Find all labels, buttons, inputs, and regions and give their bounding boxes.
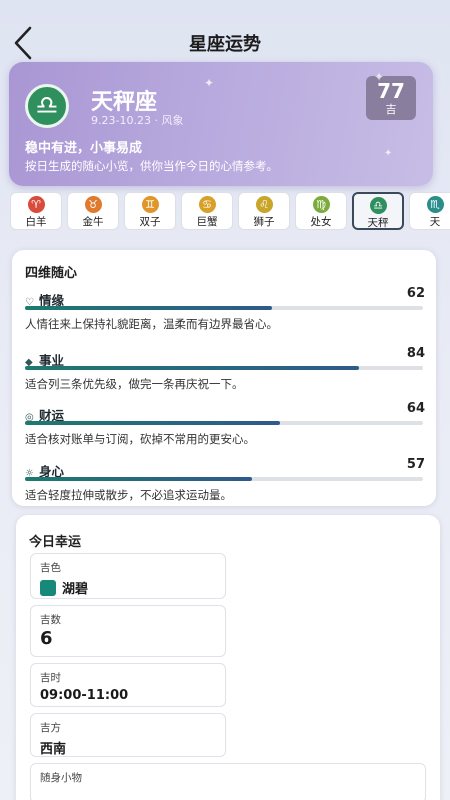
lucky-time-value: 09:00-11:00 (40, 688, 129, 703)
sign-date-element: 9.23-10.23 · 风象 (91, 114, 184, 127)
sign-chip-7[interactable]: ♏ 天 (409, 192, 450, 230)
dimensions-title: 四维随心 (25, 266, 78, 281)
progress-fill (25, 421, 280, 425)
score-level: 吉 (385, 103, 397, 116)
progress-fill (25, 306, 272, 310)
lucky-card: 今日幸运 吉色 湖碧 吉数 6 吉时 09:00-11:00 吉方 西南 随身小… (16, 515, 440, 800)
lucky-item-label: 随身小物 (40, 772, 82, 784)
zodiac-icon: ♌ (255, 196, 273, 213)
lucky-direction-field: 吉方 西南 (30, 713, 226, 757)
lucky-number-value: 6 (40, 628, 53, 649)
progress-track (25, 306, 423, 310)
sign-chip-label: 处女 (310, 216, 332, 228)
sign-chip-2[interactable]: ♊ 双子 (124, 192, 176, 230)
lucky-item-field: 随身小物 (30, 763, 426, 800)
page-title: 星座运势 (189, 34, 261, 55)
sign-chip-label: 狮子 (253, 216, 275, 228)
sign-chip-label: 金牛 (82, 216, 104, 228)
progress-fill (25, 366, 360, 370)
progress-track (25, 366, 423, 370)
zodiac-icon: ♊ (141, 196, 159, 213)
sparkle-icon: ✦ (374, 70, 385, 84)
dimension-text: 人情往来上保持礼貌距离，温柔而有边界最省心。 (25, 317, 278, 331)
dimension-score: 57 (406, 457, 425, 472)
lucky-number-label: 吉数 (40, 614, 61, 626)
lucky-number-field: 吉数 6 (30, 605, 226, 657)
lucky-color-field: 吉色 湖碧 (30, 553, 226, 599)
zodiac-icon: ♈ (27, 196, 45, 213)
top-bar: 星座运势 (0, 0, 450, 64)
lucky-time-field: 吉时 09:00-11:00 (30, 663, 226, 707)
sign-chip-label: 天秤 (367, 217, 389, 229)
sign-hero-card: ♎ 天秤座 9.23-10.23 · 风象 77 吉 ✦ ✦ ✦ 稳中有进，小事… (9, 62, 433, 186)
sign-chip-label: 双子 (139, 216, 161, 228)
dimension-text: 适合列三条优先级，做完一条再庆祝一下。 (25, 377, 244, 391)
zodiac-icon: ♏ (426, 196, 444, 213)
fortune-headline: 稳中有进，小事易成 (25, 141, 143, 156)
progress-fill (25, 477, 252, 481)
lucky-title: 今日幸运 (29, 535, 82, 550)
lucky-color-value: 湖碧 (40, 578, 88, 597)
zodiac-icon: ♉ (84, 196, 102, 213)
sign-chip-label: 白羊 (25, 216, 47, 228)
libra-icon: ♎ (25, 84, 69, 128)
zodiac-icon: ♎ (369, 197, 387, 214)
zodiac-icon: ♍ (312, 196, 330, 213)
sign-chip-1[interactable]: ♉ 金牛 (67, 192, 119, 230)
dimension-text: 适合核对账单与订阅，砍掉不常用的更安心。 (25, 432, 255, 446)
progress-track (25, 477, 423, 481)
sign-chip-5[interactable]: ♍ 处女 (295, 192, 347, 230)
sign-chip-6[interactable]: ♎ 天秤 (352, 192, 404, 230)
lucky-direction-value: 西南 (40, 742, 67, 757)
dimension-score: 62 (406, 286, 425, 301)
lucky-color-text: 湖碧 (62, 582, 89, 597)
fortune-description: 按日生成的随心小览，供你当作今日的心情参考。 (25, 159, 278, 173)
sign-selector: ♈ 白羊 ♉ 金牛 ♊ 双子 ♋ 巨蟹 ♌ 狮子 ♍ 处女 ♎ 天秤 ♏ 天 (10, 192, 450, 232)
sign-chip-0[interactable]: ♈ 白羊 (10, 192, 62, 230)
dimension-score: 64 (406, 401, 425, 416)
sparkle-icon: ✦ (384, 148, 393, 159)
sign-chip-label: 巨蟹 (196, 216, 218, 228)
lucky-direction-label: 吉方 (40, 722, 61, 734)
lucky-color-label: 吉色 (40, 562, 61, 574)
color-swatch (40, 580, 56, 596)
progress-track (25, 421, 423, 425)
dimension-score: 84 (406, 346, 425, 361)
sign-chip-3[interactable]: ♋ 巨蟹 (181, 192, 233, 230)
lucky-time-label: 吉时 (40, 672, 61, 684)
dimensions-card: 四维随心 ♡ 情缘 62 人情往来上保持礼貌距离，温柔而有边界最省心。 ◆ 事业 84 适合列… (12, 250, 436, 506)
dimension-text: 适合轻度拉伸或散步，不必追求运动量。 (25, 488, 232, 502)
zodiac-icon: ♋ (198, 196, 216, 213)
sign-chip-label: 天 (429, 216, 441, 228)
sparkle-icon: ✦ (204, 76, 215, 90)
sign-chip-4[interactable]: ♌ 狮子 (238, 192, 290, 230)
